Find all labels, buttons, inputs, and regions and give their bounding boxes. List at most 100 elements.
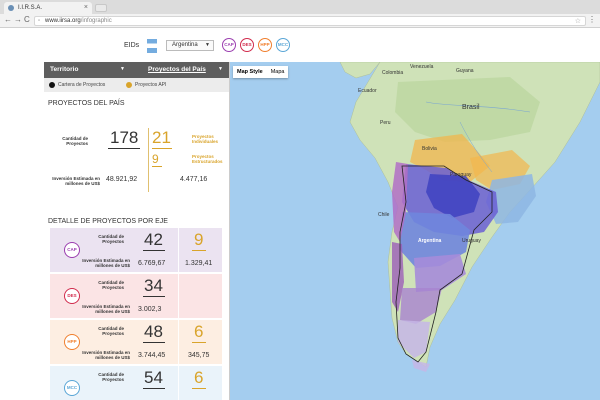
total-projects: 178	[110, 128, 139, 147]
map-label-venezuela: Venezuela	[410, 64, 434, 70]
map-type-control[interactable]: Map Style Mapa	[233, 66, 289, 78]
eids-label: EIDs	[124, 42, 140, 49]
eje-mcc-button[interactable]: MCC	[276, 38, 290, 52]
section-title-proyectos-del-pais: PROYECTOS DEL PAÍS	[48, 100, 125, 107]
cantidad-label: Cantidad de Proyectos	[98, 372, 124, 382]
new-tab-button[interactable]	[95, 4, 107, 12]
sidebar-tabs: Territorio ▼ Proyectos del País ▼	[44, 62, 229, 78]
mcc-api-projects: 6	[194, 368, 204, 387]
app-header: EIDs Argentina ▼ CAP DES HPP MCC	[0, 28, 600, 62]
cantidad-label: Cantidad de Proyectos	[98, 234, 124, 244]
cap-api-underline	[192, 250, 206, 251]
map-type-satellite-button[interactable]: Map Style	[233, 66, 267, 78]
eje-mcc-badge: MCC	[64, 380, 80, 396]
map-canvas	[339, 62, 600, 372]
address-bar[interactable]: ▫ www.iirsa.org/infographic ☆	[34, 16, 586, 26]
inversion-label: Inversión Estimada en millones de US$	[82, 258, 130, 268]
hpp-projects-underline	[143, 342, 165, 343]
legend: Cartera de Proyectos Proyectos API	[44, 78, 229, 92]
map-view[interactable]: Map Style Mapa Brasil Peru Bolivia Argen…	[230, 62, 600, 400]
chevron-down-icon[interactable]: ▼	[218, 66, 223, 72]
chevron-down-icon[interactable]: ▼	[120, 66, 125, 72]
tab-title: I.I.R.S.A.	[18, 5, 43, 11]
mcc-card-divider	[178, 366, 179, 400]
api-investment: 4.477,16	[180, 176, 208, 183]
country-select[interactable]: Argentina ▼	[166, 40, 214, 51]
eje-des-badge: DES	[64, 288, 80, 304]
tab-proyectos-del-pais[interactable]: Proyectos del País	[148, 66, 206, 73]
mcc-api-underline	[192, 388, 206, 389]
map-label-brasil: Brasil	[462, 104, 480, 111]
hpp-projects: 48	[144, 322, 163, 341]
map-label-peru: Peru	[380, 120, 391, 126]
map-label-chile: Chile	[378, 212, 390, 218]
hpp-api-projects: 6	[194, 322, 204, 341]
eje-card-mcc[interactable]: MCC Cantidad de Proyectos 54 6	[50, 366, 222, 400]
map-label-argentina: Argentina	[418, 238, 442, 244]
inversion-label: Inversión Estimada en millones de US$	[82, 350, 130, 360]
country-select-value: Argentina	[172, 42, 198, 48]
cantidad-label: Cantidad de Proyectos	[98, 326, 124, 336]
api-individual-label: Proyectos Individuales	[192, 134, 219, 144]
hpp-investment: 3.744,45	[138, 352, 166, 359]
page-icon: ▫	[38, 18, 41, 24]
cap-projects-underline	[143, 250, 165, 251]
map-label-colombia: Colombia	[382, 70, 404, 76]
tab-territorio[interactable]: Territorio	[50, 66, 78, 73]
legend-cartera-dot	[49, 82, 55, 88]
inversion-label: Inversión Estimada en millones de US$	[82, 304, 130, 314]
cantidad-label: Cantidad de Proyectos	[98, 280, 124, 290]
api-individual-count: 21	[152, 128, 171, 147]
cap-projects: 42	[144, 230, 163, 249]
legend-api-dot	[126, 82, 132, 88]
project-area-patagonia-south	[398, 320, 430, 358]
eje-hpp-badge: HPP	[64, 334, 80, 350]
cap-api-projects: 9	[194, 230, 204, 249]
total-projects-underline	[108, 148, 140, 149]
browser-toolbar: ← → C ▫ www.iirsa.org/infographic ☆ ⋮	[0, 14, 600, 28]
map-type-map-button[interactable]: Mapa	[267, 66, 289, 78]
api-structured-count: 9	[152, 152, 159, 166]
map-label-bolivia: Bolivia	[422, 146, 437, 152]
url-path: /infographic	[80, 18, 112, 24]
eje-card-hpp[interactable]: HPP Cantidad de Proyectos 48 Inversión E…	[50, 320, 222, 364]
legend-cartera-label: Cartera de Proyectos	[58, 82, 106, 88]
section-title-detalle-por-eje: DETALLE DE PROYECTOS POR EJE	[48, 218, 168, 225]
eje-cap-button[interactable]: CAP	[222, 38, 236, 52]
forward-icon[interactable]: →	[14, 15, 22, 24]
bookmark-star-icon[interactable]: ☆	[575, 17, 581, 25]
hpp-api-underline	[192, 342, 206, 343]
api-structured-underline	[152, 166, 162, 167]
back-icon[interactable]: ←	[4, 15, 12, 24]
des-card-divider	[178, 274, 179, 318]
eje-card-cap[interactable]: CAP Cantidad de Proyectos 42 Inversión E…	[50, 228, 222, 272]
des-projects-underline	[143, 296, 165, 297]
eje-card-des[interactable]: DES Cantidad de Proyectos 34 Inversión E…	[50, 274, 222, 318]
browser-tab[interactable]: I.I.R.S.A. ×	[4, 2, 92, 14]
argentina-flag-icon	[147, 39, 157, 53]
hpp-api-investment: 345,75	[188, 352, 210, 359]
cap-investment: 6.769,67	[138, 260, 166, 267]
reload-icon[interactable]: C	[24, 15, 30, 24]
des-investment: 3.002,3	[138, 306, 162, 313]
total-investment: 48.921,92	[106, 176, 138, 183]
cap-api-investment: 1.329,41	[185, 260, 213, 267]
legend-api-label: Proyectos API	[135, 82, 167, 88]
map-label-guyana: Guyana	[456, 68, 474, 74]
browser-menu-icon[interactable]: ⋮	[588, 15, 596, 24]
map-label-uruguay: Uruguay	[462, 238, 481, 244]
api-individual-underline	[152, 148, 172, 149]
close-tab-icon[interactable]: ×	[84, 4, 88, 11]
browser-tab-bar: I.I.R.S.A. ×	[0, 0, 600, 14]
eje-hpp-button[interactable]: HPP	[258, 38, 272, 52]
chevron-down-icon: ▼	[205, 42, 210, 48]
mcc-projects: 54	[144, 368, 163, 387]
country-summary: PROYECTOS DEL PAÍS Cantidad de Proyectos…	[44, 100, 229, 192]
eje-des-button[interactable]: DES	[240, 38, 254, 52]
sidebar: Territorio ▼ Proyectos del País ▼ Carter…	[44, 62, 230, 400]
map-label-paraguay: Paraguay	[450, 172, 472, 178]
url-domain: www.iirsa.org	[45, 18, 81, 24]
favicon-icon	[8, 5, 14, 11]
inversion-label: Inversión Estimada en millones de US$	[52, 176, 100, 186]
api-structured-label: Proyectos Estructurados	[192, 154, 223, 164]
